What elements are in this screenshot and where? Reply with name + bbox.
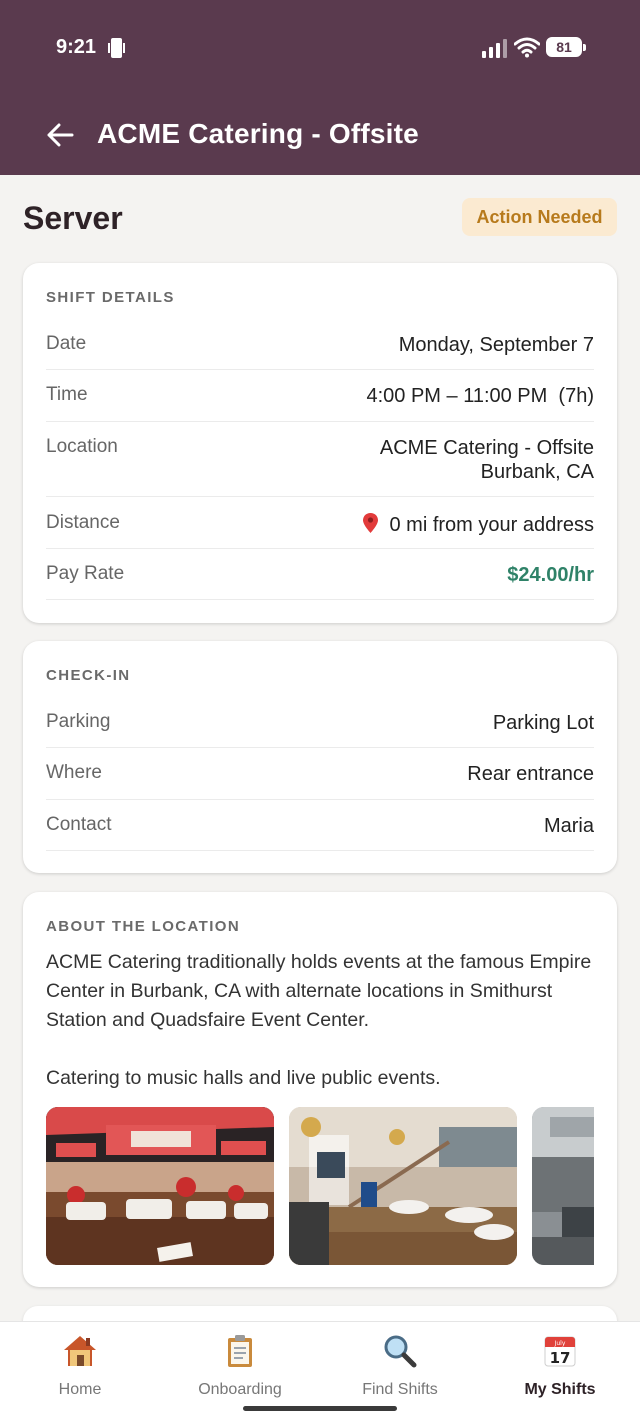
row-label: Pay Rate	[46, 563, 125, 584]
nav-item-onboarding[interactable]: Onboarding	[160, 1332, 320, 1402]
detail-row-distance: Distance 0 mi from your address	[46, 497, 594, 549]
magnifier-icon	[384, 1335, 417, 1368]
status-bar: 9:21 81	[0, 0, 640, 95]
home-indicator[interactable]	[243, 1406, 397, 1411]
checkin-row-parking: Parking Parking Lot	[46, 697, 594, 748]
page-title: ACME Catering - Offsite	[97, 118, 419, 149]
calendar-month-label: July	[554, 1340, 566, 1347]
row-value: 0 mi from your address	[389, 514, 594, 536]
check-in-card: CHECK-IN Parking Parking Lot Where Rear …	[23, 641, 617, 873]
nav-label: Find Shifts	[362, 1381, 438, 1398]
about-description: ACME Catering traditionally holds events…	[46, 948, 594, 1093]
section-title: SHIFT DETAILS	[46, 289, 175, 306]
battery-indicator: 81	[546, 37, 586, 57]
nav-item-my-shifts[interactable]: July 17 My Shifts	[480, 1332, 640, 1402]
kitchen-photo[interactable]	[532, 1107, 594, 1265]
about-paragraph: ACME Catering traditionally holds events…	[46, 951, 592, 1031]
section-title: ABOUT THE LOCATION	[46, 918, 241, 935]
row-value: Monday, September 7	[398, 334, 594, 356]
nav-label: Home	[58, 1381, 102, 1398]
row-label: Date	[46, 333, 87, 354]
row-value: Maria	[543, 815, 594, 837]
row-label: Contact	[46, 814, 112, 835]
wifi-icon	[514, 37, 540, 58]
row-value: Rear entrance	[467, 763, 594, 785]
detail-row-time: Time 4:00 PM – 11:00 PM (7h)	[46, 370, 594, 422]
atrium-hall-photo[interactable]	[289, 1107, 517, 1265]
section-title: CHECK-IN	[46, 667, 131, 684]
status-time: 9:21	[56, 36, 97, 58]
clipboard-icon	[228, 1335, 252, 1367]
row-value: Parking Lot	[492, 712, 594, 734]
checkin-row-where: Where Rear entrance	[46, 748, 594, 800]
row-value: 4:00 PM – 11:00 PM (7h)	[366, 385, 594, 407]
about-paragraph: Catering to music halls and live public …	[46, 1067, 441, 1089]
detail-row-location: Location ACME Catering - Offsite Burbank…	[46, 422, 594, 497]
row-label: Where	[46, 762, 102, 783]
nav-item-home[interactable]: Home	[0, 1332, 160, 1402]
signal-icon	[482, 39, 507, 58]
row-label: Distance	[46, 512, 120, 533]
row-value-secondary: Burbank, CA	[480, 461, 594, 483]
calendar-day-label: 17	[550, 1349, 571, 1367]
back-arrow-icon[interactable]	[46, 118, 74, 152]
row-label: Parking	[46, 711, 111, 732]
nav-label: Onboarding	[198, 1381, 282, 1398]
nav-item-find-shifts[interactable]: Find Shifts	[320, 1332, 480, 1402]
row-label: Time	[46, 384, 88, 405]
calendar-icon: July 17	[544, 1336, 576, 1367]
app-header: 9:21 81 ACME Catering - Offsite	[0, 0, 640, 175]
row-label: Location	[46, 436, 118, 457]
nav-label: My Shifts	[524, 1381, 596, 1398]
about-location-card: ABOUT THE LOCATION ACME Catering traditi…	[23, 892, 617, 1287]
shift-details-card: SHIFT DETAILS Date Monday, September 7 T…	[23, 263, 617, 623]
checkin-row-contact: Contact Maria	[46, 800, 594, 851]
detail-row-pay-rate: Pay Rate $24.00/hr	[46, 549, 594, 600]
status-badge: Action Needed	[462, 198, 617, 236]
pay-rate-value: $24.00/hr	[507, 564, 594, 586]
role-title: Server	[23, 200, 123, 236]
photo-carousel[interactable]	[46, 1107, 594, 1265]
detail-row-date: Date Monday, September 7	[46, 319, 594, 370]
location-pin-icon	[363, 513, 379, 533]
row-value: ACME Catering - Offsite	[379, 437, 594, 459]
ballroom-photo[interactable]	[46, 1107, 274, 1265]
phone-vibrate-icon	[108, 38, 125, 58]
house-icon	[64, 1336, 96, 1366]
